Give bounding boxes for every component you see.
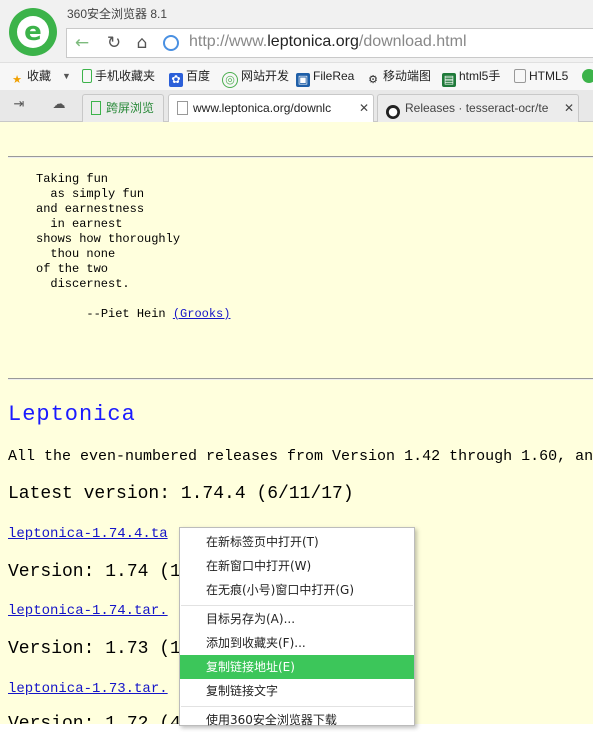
- bookmark-baidu[interactable]: ✿ 百度: [169, 67, 210, 87]
- mobile-icon: ⚙: [368, 73, 378, 86]
- menu-open-new-tab[interactable]: 在新标签页中打开(T): [180, 530, 414, 554]
- home-icon[interactable]: ⌂: [131, 32, 153, 54]
- filerea-icon: ▣: [296, 73, 310, 87]
- tab-leptonica-download[interactable]: www.leptonica.org/downlc ✕: [168, 94, 374, 123]
- divider: [8, 156, 593, 158]
- tab-bar: ⇥ ☁ 跨屏浏览 www.leptonica.org/downlc ✕ ● Rel…: [0, 90, 593, 123]
- version-1-72-text: Version: 1.72 (4: [8, 714, 181, 724]
- menu-download-with-360[interactable]: 使用360安全浏览器下载: [180, 708, 414, 732]
- menu-open-new-window[interactable]: 在新窗口中打开(W): [180, 554, 414, 578]
- browser-logo-icon: e: [9, 8, 57, 56]
- menu-open-incognito[interactable]: 在无痕(小号)窗口中打开(G): [180, 578, 414, 602]
- more-bookmarks-icon[interactable]: [582, 67, 593, 85]
- github-icon: ●: [386, 105, 400, 119]
- version-1-73-text: Version: 1.73 (1: [8, 639, 181, 659]
- site-icon: ◎: [222, 72, 238, 88]
- grooks-link[interactable]: (Grooks): [173, 307, 231, 321]
- download-link-1-74[interactable]: leptonica-1.74.tar.: [8, 603, 168, 619]
- bookmark-web-dev[interactable]: ◎ 网站开发: [222, 67, 289, 88]
- divider: [8, 378, 593, 380]
- bookmarks-bar: ★ 收藏 ▼ 手机收藏夹 ✿ 百度 ◎ 网站开发 ▣ FileRea ⚙ 移动端图 ▤ ht…: [0, 62, 593, 91]
- download-link-1-74-4[interactable]: leptonica-1.74.4.ta: [8, 526, 168, 542]
- close-tab-icon[interactable]: ✕: [359, 95, 369, 121]
- link-context-menu: 在新标签页中打开(T) 在新窗口中打开(W) 在无痕(小号)窗口中打开(G) 目…: [179, 527, 415, 727]
- releases-text: All the even-numbered releases from Vers…: [8, 448, 593, 465]
- sidebar-toggle-icon[interactable]: ⇥: [10, 96, 28, 114]
- menu-add-to-favorites[interactable]: 添加到收藏夹(F)...: [180, 631, 414, 655]
- baidu-paw-icon: ✿: [169, 73, 183, 87]
- tab-cross-screen[interactable]: 跨屏浏览: [82, 94, 164, 122]
- close-tab-icon[interactable]: ✕: [564, 95, 574, 121]
- page-icon: [514, 69, 526, 83]
- back-arrow-icon[interactable]: ←: [71, 32, 93, 54]
- refresh-icon[interactable]: ↻: [103, 32, 125, 54]
- download-link-1-73[interactable]: leptonica-1.73.tar.: [8, 681, 168, 697]
- bookmark-favorites[interactable]: ★ 收藏: [10, 67, 51, 86]
- menu-copy-link-text[interactable]: 复制链接文字: [180, 679, 414, 703]
- poem-block: Taking fun as simply fun and earnestness…: [36, 172, 230, 322]
- url-text[interactable]: http://www.leptonica.org/download.html: [189, 33, 467, 51]
- version-1-74-text: Version: 1.74 (1: [8, 562, 181, 582]
- page-title: Leptonica: [8, 402, 136, 427]
- menu-separator: [181, 706, 413, 707]
- favorites-dropdown-icon[interactable]: ▼: [62, 67, 71, 85]
- address-bar[interactable]: ← ↻ ⌂ http://www.leptonica.org/download.…: [66, 28, 593, 58]
- phone-icon: [91, 101, 101, 115]
- bookmark-html5-mobile[interactable]: ▤ html5手: [442, 67, 500, 87]
- browser-title-bar: e 360安全浏览器 8.1 ← ↻ ⌂ http://www.leptonic…: [0, 0, 593, 62]
- menu-copy-link-address[interactable]: 复制链接地址(E): [180, 655, 414, 679]
- window-title: 360安全浏览器 8.1: [67, 7, 168, 21]
- poem-attribution: --Piet Hein: [86, 307, 173, 321]
- site-security-icon: [163, 35, 179, 51]
- bookmark-mobile-favorites[interactable]: 手机收藏夹: [82, 67, 155, 85]
- html5-icon: ▤: [442, 73, 456, 87]
- bookmark-mobile-img[interactable]: ⚙ 移动端图: [366, 67, 431, 86]
- menu-separator: [181, 605, 413, 606]
- star-icon: ★: [12, 73, 22, 86]
- tab-tesseract-releases[interactable]: ● Releases · tesseract-ocr/te ✕: [377, 94, 579, 122]
- bookmark-html5[interactable]: HTML5: [514, 67, 568, 85]
- page-icon: [177, 101, 188, 115]
- latest-version-text: Latest version: 1.74.4 (6/11/17): [8, 484, 354, 504]
- menu-save-target-as[interactable]: 目标另存为(A)...: [180, 607, 414, 631]
- cloud-icon[interactable]: ☁: [50, 96, 68, 114]
- poem-text: Taking fun as simply fun and earnestness…: [36, 172, 181, 291]
- bookmark-filerea[interactable]: ▣ FileRea: [296, 67, 354, 87]
- phone-icon: [82, 69, 92, 83]
